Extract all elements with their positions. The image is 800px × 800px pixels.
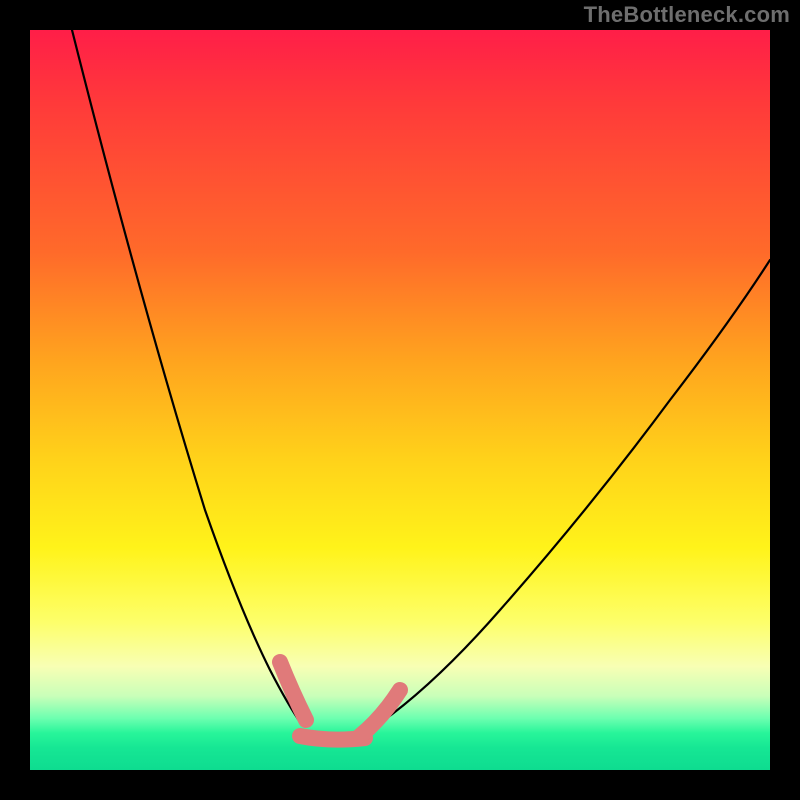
curve-left-branch [72, 30, 302, 725]
watermark-text: TheBottleneck.com [584, 2, 790, 28]
chart-frame: TheBottleneck.com [0, 0, 800, 800]
optimum-marker-left [280, 662, 306, 720]
curve-right-branch [370, 260, 770, 730]
curve-layer [30, 30, 770, 770]
plot-area [30, 30, 770, 770]
